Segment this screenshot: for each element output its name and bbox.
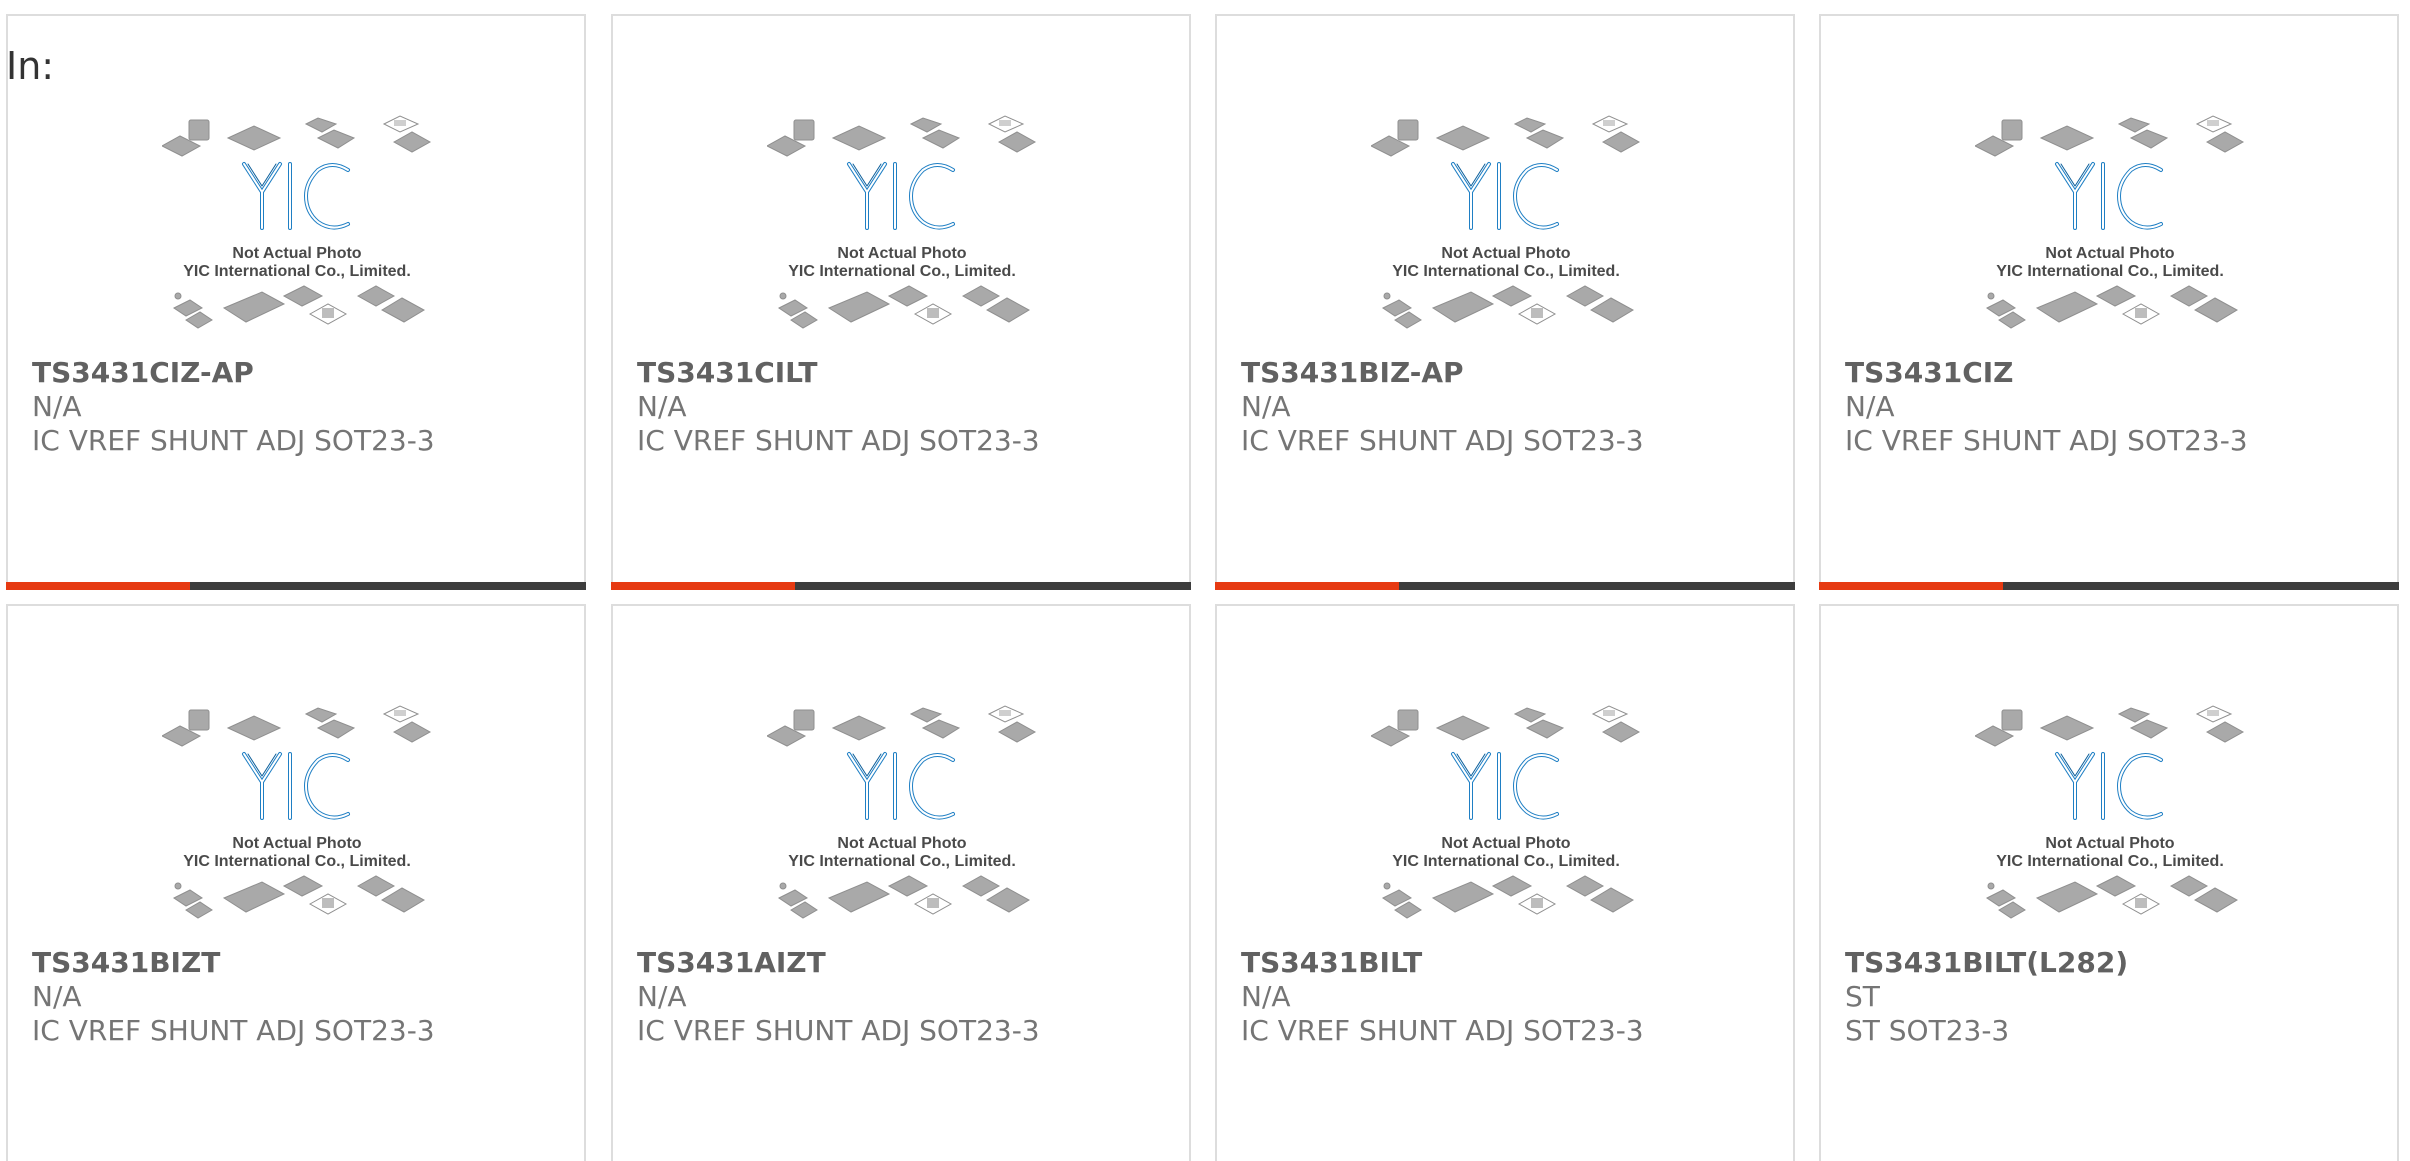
manufacturer: N/A [637,390,687,423]
manufacturer: N/A [1241,980,1291,1013]
product-card[interactable]: TS3431BILT N/A IC VREF SHUNT ADJ SOT23-3 [1215,604,1795,1161]
description: IC VREF SHUNT ADJ SOT23-3 [637,424,1040,457]
description: IC VREF SHUNT ADJ SOT23-3 [637,1014,1040,1047]
product-image [1371,698,1641,953]
manufacturer: N/A [32,390,82,423]
product-image [162,698,432,953]
product-image [1975,698,2245,953]
card-bar-accent [1819,582,2003,590]
manufacturer: N/A [1241,390,1291,423]
card-bar-accent [6,582,190,590]
product-card[interactable]: TS3431BILT(L282) ST ST SOT23-3 [1819,604,2399,1161]
product-card[interactable]: TS3431BIZT N/A IC VREF SHUNT ADJ SOT23-3 [6,604,586,1161]
in-label: In: [6,44,55,88]
product-card[interactable]: TS3431BIZ-AP N/A IC VREF SHUNT ADJ SOT23… [1215,14,1795,590]
product-grid-page: In: TS3431CIZ-AP N/A IC VREF SHUNT ADJ S… [0,0,2410,1161]
description: ST SOT23-3 [1845,1014,2010,1047]
part-number[interactable]: TS3431CIZ [1845,356,2013,389]
product-image [767,698,1037,953]
description: IC VREF SHUNT ADJ SOT23-3 [1241,424,1644,457]
part-number[interactable]: TS3431AIZT [637,946,826,979]
part-number[interactable]: TS3431BILT [1241,946,1422,979]
card-bottom-bar [1215,582,1795,590]
part-number[interactable]: TS3431BILT(L282) [1845,946,2128,979]
manufacturer: N/A [32,980,82,1013]
part-number[interactable]: TS3431CIZ-AP [32,356,254,389]
card-bottom-bar [611,582,1191,590]
card-bottom-bar [1819,582,2399,590]
product-image [1975,108,2245,363]
manufacturer: N/A [637,980,687,1013]
card-bottom-bar [6,582,586,590]
product-image [767,108,1037,363]
part-number[interactable]: TS3431BIZT [32,946,220,979]
card-bar-accent [1215,582,1399,590]
description: IC VREF SHUNT ADJ SOT23-3 [1845,424,2248,457]
card-bar-accent [611,582,795,590]
part-number[interactable]: TS3431BIZ-AP [1241,356,1464,389]
description: IC VREF SHUNT ADJ SOT23-3 [1241,1014,1644,1047]
product-card[interactable]: TS3431CIZ N/A IC VREF SHUNT ADJ SOT23-3 [1819,14,2399,590]
description: IC VREF SHUNT ADJ SOT23-3 [32,1014,435,1047]
product-card[interactable]: TS3431AIZT N/A IC VREF SHUNT ADJ SOT23-3 [611,604,1191,1161]
product-card[interactable]: TS3431CILT N/A IC VREF SHUNT ADJ SOT23-3 [611,14,1191,590]
product-image [1371,108,1641,363]
manufacturer: ST [1845,980,1880,1013]
product-image [162,108,432,363]
manufacturer: N/A [1845,390,1895,423]
product-card[interactable]: TS3431CIZ-AP N/A IC VREF SHUNT ADJ SOT23… [6,14,586,590]
part-number[interactable]: TS3431CILT [637,356,817,389]
description: IC VREF SHUNT ADJ SOT23-3 [32,424,435,457]
